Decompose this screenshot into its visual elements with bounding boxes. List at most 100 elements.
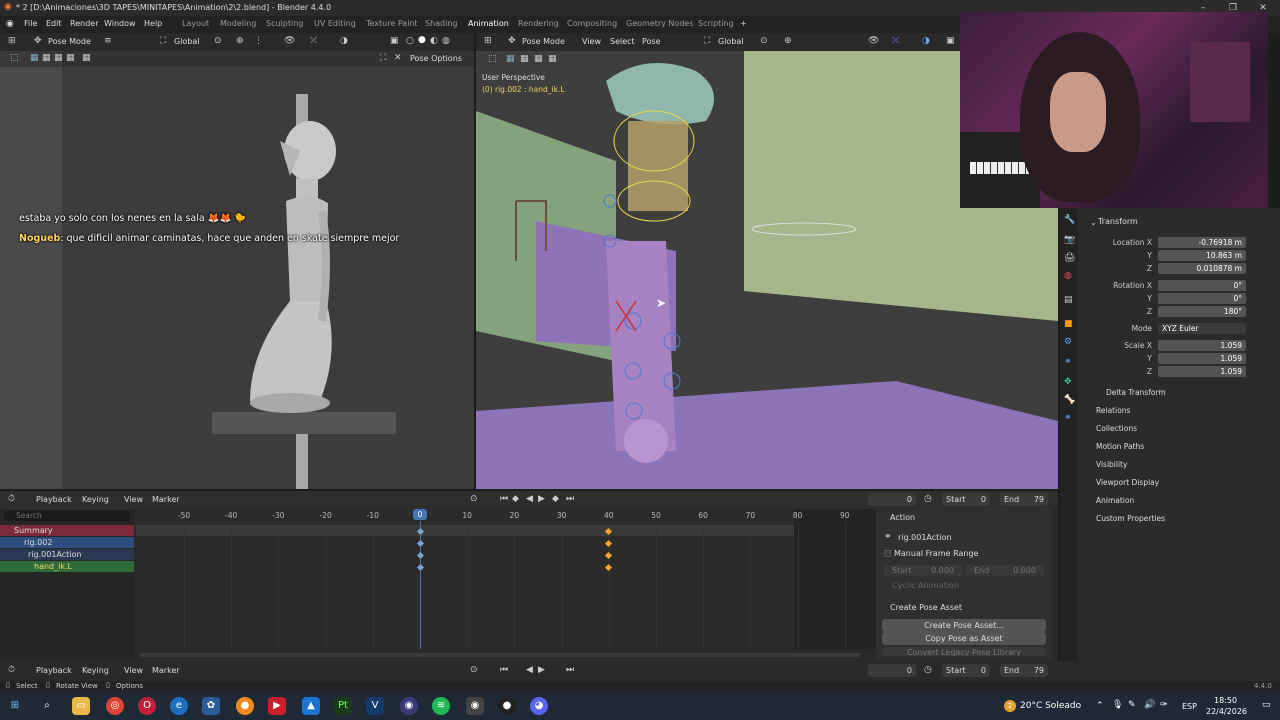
bottom-menu-view[interactable]: View xyxy=(124,666,143,675)
object-tab-icon[interactable]: ■ xyxy=(1064,320,1073,329)
select-mode-icon[interactable]: ▦ xyxy=(42,54,51,63)
v-app-icon[interactable]: V xyxy=(366,697,384,715)
blender-taskbar-icon[interactable]: ◉ xyxy=(466,697,484,715)
bottom-end-field[interactable]: End 79 xyxy=(1000,664,1048,677)
edge-icon[interactable]: e xyxy=(170,697,188,715)
search-icon[interactable]: ⌕ xyxy=(38,697,56,715)
tab-uv-editing[interactable]: UV Editing xyxy=(314,19,356,28)
playhead-frame-label[interactable]: 0 xyxy=(413,509,427,520)
current-frame-field[interactable]: 0 xyxy=(868,493,916,506)
tab-sculpting[interactable]: Sculpting xyxy=(266,19,303,28)
discord-icon[interactable]: ◕ xyxy=(530,697,548,715)
tab-geometry-nodes[interactable]: Geometry Nodes xyxy=(626,19,693,28)
world-tab-icon[interactable]: ◍ xyxy=(1064,272,1072,281)
play-icon[interactable]: ▶ xyxy=(538,666,545,675)
channel-rig[interactable]: rig.002 xyxy=(0,537,134,548)
tool-tab-icon[interactable]: 🔧 xyxy=(1064,216,1075,225)
select-tool-icon[interactable]: ⬚ xyxy=(488,55,497,64)
jump-start-icon[interactable]: ⏮ xyxy=(500,666,508,675)
jump-end-icon[interactable]: ⏭ xyxy=(566,666,574,675)
editor-type-icon[interactable]: ⏱ xyxy=(8,495,15,504)
app-icon[interactable]: ✿ xyxy=(202,697,220,715)
collections-section[interactable]: Collections xyxy=(1096,424,1137,433)
select-subtract-icon[interactable]: ▦ xyxy=(534,55,543,64)
right-orientation-select[interactable]: Global xyxy=(718,37,744,46)
transform-section-title[interactable]: Transform xyxy=(1098,217,1138,226)
menu-window[interactable]: Window xyxy=(104,19,136,28)
keyframe-marker[interactable] xyxy=(416,551,424,560)
left-orientation-select[interactable]: Global xyxy=(174,37,200,46)
tab-shading[interactable]: Shading xyxy=(425,19,458,28)
photos-icon[interactable]: ▲ xyxy=(302,697,320,715)
create-pose-asset-title[interactable]: Create Pose Asset xyxy=(890,603,962,612)
menu-icon[interactable]: ≡ xyxy=(104,37,112,46)
transform-affect-icon[interactable]: ⛶ xyxy=(380,54,386,63)
menu-pose[interactable]: Pose xyxy=(642,37,661,46)
menu-edit[interactable]: Edit xyxy=(46,19,62,28)
select-box-icon[interactable]: ▦ xyxy=(30,54,39,63)
manual-frame-range-checkbox[interactable] xyxy=(884,550,891,557)
solid-shading-icon[interactable]: ● xyxy=(418,36,426,45)
opera-icon[interactable]: O xyxy=(138,697,156,715)
tab-modeling[interactable]: Modeling xyxy=(220,19,256,28)
pencil-icon[interactable]: ✑ xyxy=(1160,701,1168,710)
select-extend-icon[interactable]: ▦ xyxy=(54,54,63,63)
prev-keyframe-icon[interactable]: ◆ xyxy=(512,495,519,504)
end-frame-field[interactable]: End 79 xyxy=(1000,493,1048,506)
editor-type-icon[interactable]: ⏱ xyxy=(8,666,15,675)
left-viewport[interactable]: estaba yo solo con los nenes en la sala … xyxy=(0,51,474,489)
rendered-shading-icon[interactable]: ◍ xyxy=(442,37,450,46)
select-box-icon[interactable]: ▦ xyxy=(506,55,515,64)
visibility-icon[interactable]: 👁 xyxy=(868,37,879,46)
firefox-icon[interactable]: ● xyxy=(236,697,254,715)
scale-z-field[interactable]: 1.059 xyxy=(1158,366,1246,377)
channel-summary[interactable]: Summary xyxy=(0,525,134,536)
weather-label[interactable]: 20°C Soleado xyxy=(1020,701,1081,711)
bottom-current-frame-field[interactable]: 0 xyxy=(868,664,916,677)
keyframe-marker[interactable] xyxy=(605,539,613,548)
keyframe-marker[interactable] xyxy=(605,563,613,572)
location-z-field[interactable]: 0.010878 m xyxy=(1158,263,1246,274)
xray-icon[interactable]: ▣ xyxy=(390,37,399,46)
add-workspace-button[interactable]: + xyxy=(740,19,747,28)
bone-tab-icon[interactable]: 🦴 xyxy=(1064,396,1075,405)
menu-render[interactable]: Render xyxy=(70,19,98,28)
chevron-up-icon[interactable]: ⌃ xyxy=(1096,702,1104,711)
pivot-icon[interactable]: ⊙ xyxy=(760,37,768,46)
windows-start-icon[interactable]: ⊞ xyxy=(6,697,24,715)
menu-marker[interactable]: Marker xyxy=(152,495,180,504)
select-subtract-icon[interactable]: ▦ xyxy=(66,54,75,63)
play-reverse-icon[interactable]: ◀ xyxy=(526,666,533,675)
collection-tab-icon[interactable]: ▤ xyxy=(1064,296,1073,305)
microphone-icon[interactable]: 🎙 xyxy=(1112,701,1123,710)
gizmo-icon[interactable]: ⤫ xyxy=(310,37,317,46)
video-editor-icon[interactable]: ▶ xyxy=(268,697,286,715)
clock-date[interactable]: 22/4/2026 xyxy=(1206,707,1247,716)
notification-icon[interactable]: ▭ xyxy=(1262,701,1271,710)
copy-pose-as-asset-button[interactable]: Copy Pose as Asset xyxy=(882,632,1046,645)
relations-section[interactable]: Relations xyxy=(1096,406,1130,415)
bone-constraint-tab-icon[interactable]: ⚭ xyxy=(1064,414,1072,423)
mirror-x-icon[interactable]: ✕ xyxy=(394,54,402,63)
chrome-icon[interactable]: ◎ xyxy=(106,697,124,715)
blender-menu-icon[interactable]: ◉ xyxy=(6,20,14,29)
keyframe-marker[interactable] xyxy=(416,563,424,572)
horizontal-scrollbar[interactable] xyxy=(140,653,860,657)
jump-start-icon[interactable]: ⏮ xyxy=(500,495,508,504)
delta-transform-section[interactable]: Delta Transform xyxy=(1106,388,1166,397)
location-y-field[interactable]: 10.863 m xyxy=(1158,250,1246,261)
output-tab-icon[interactable]: 🖨 xyxy=(1064,254,1075,263)
data-tab-icon[interactable]: ✥ xyxy=(1064,378,1072,387)
xray-icon[interactable]: ▣ xyxy=(946,37,955,46)
modifier-tab-icon[interactable]: ⚙ xyxy=(1064,338,1072,347)
record-icon[interactable]: ⊙ xyxy=(470,666,478,675)
channel-bone[interactable]: hand_ik.L xyxy=(0,561,134,572)
select-intersect-icon[interactable]: ▦ xyxy=(82,54,91,63)
menu-help[interactable]: Help xyxy=(144,19,162,28)
animation-section[interactable]: Animation xyxy=(1096,496,1134,505)
record-icon[interactable]: ⊙ xyxy=(470,495,478,504)
action-name[interactable]: rig.001Action xyxy=(898,533,951,542)
select-extend-icon[interactable]: ▦ xyxy=(520,55,529,64)
create-pose-asset-button[interactable]: Create Pose Asset... xyxy=(882,619,1046,632)
bottom-menu-marker[interactable]: Marker xyxy=(152,666,180,675)
